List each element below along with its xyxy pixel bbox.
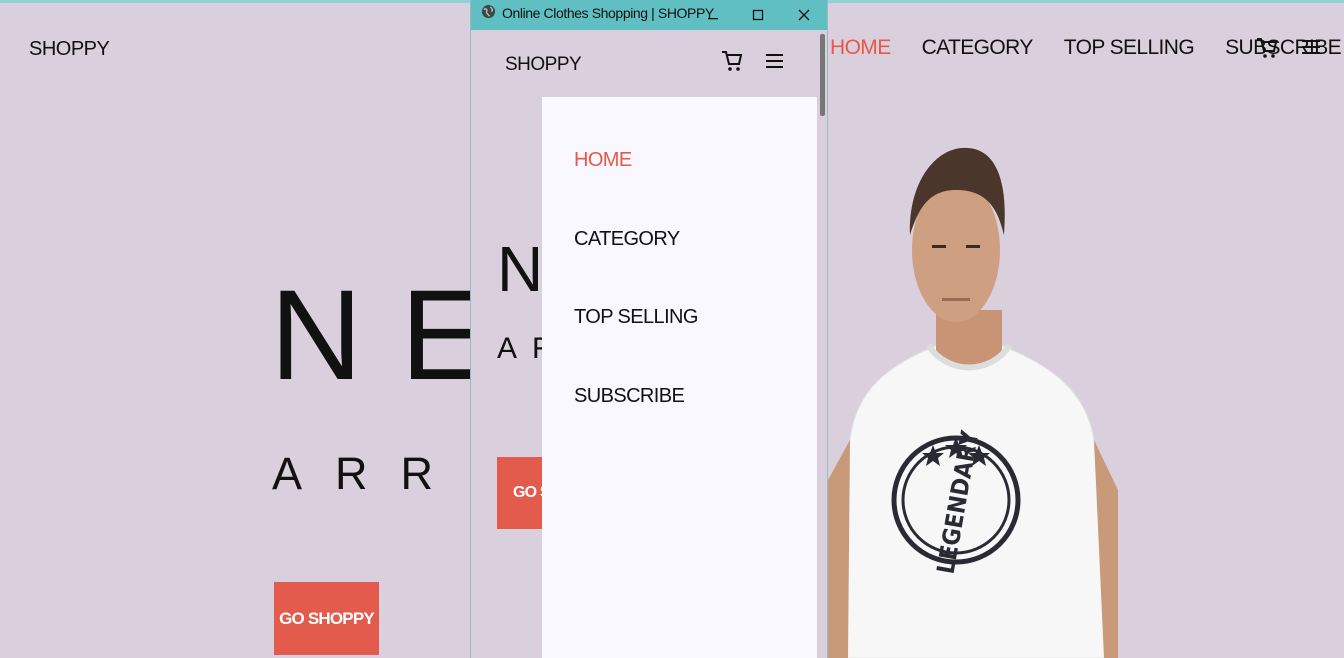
window-title: Online Clothes Shopping | SHOPPY xyxy=(502,5,714,21)
drawer-item-category[interactable]: CATEGORY xyxy=(574,228,680,251)
window-titlebar[interactable]: Online Clothes Shopping | SHOPPY xyxy=(471,0,827,30)
drawer-item-home[interactable]: HOME xyxy=(574,149,632,172)
maximize-button[interactable] xyxy=(738,0,778,30)
drawer-item-subscribe[interactable]: SUBSCRIBE xyxy=(574,385,685,408)
browser-window: Online Clothes Shopping | SHOPPY SHOPPY … xyxy=(470,0,828,658)
drawer-item-top-selling[interactable]: TOP SELLING xyxy=(574,306,698,329)
close-button[interactable] xyxy=(784,0,824,30)
nav-drawer: HOME CATEGORY TOP SELLING SUBSCRIBE xyxy=(542,97,817,658)
nav-home[interactable]: HOME xyxy=(830,36,891,60)
brand-logo[interactable]: SHOPPY xyxy=(29,38,110,61)
window-hero-title: N xyxy=(497,233,544,305)
window-brand-logo[interactable]: SHOPPY xyxy=(505,54,582,76)
nav-top-selling[interactable]: TOP SELLING xyxy=(1064,36,1195,60)
cart-icon[interactable] xyxy=(1256,36,1278,65)
nav-subscribe[interactable]: SUBSCRIBE xyxy=(1225,36,1342,60)
scrollbar-thumb[interactable] xyxy=(820,34,825,116)
go-shoppy-button[interactable]: GO SHOPPY xyxy=(274,582,379,655)
hamburger-menu-icon[interactable] xyxy=(1302,38,1320,61)
minimize-button[interactable] xyxy=(693,0,733,30)
model-image: LEGENDARY xyxy=(828,147,1118,658)
nav-category[interactable]: CATEGORY xyxy=(922,36,1034,60)
window-hamburger-menu-icon[interactable] xyxy=(766,53,783,74)
window-cart-icon[interactable] xyxy=(721,49,743,78)
scrollbar-track[interactable] xyxy=(818,30,827,658)
globe-icon xyxy=(481,4,496,24)
